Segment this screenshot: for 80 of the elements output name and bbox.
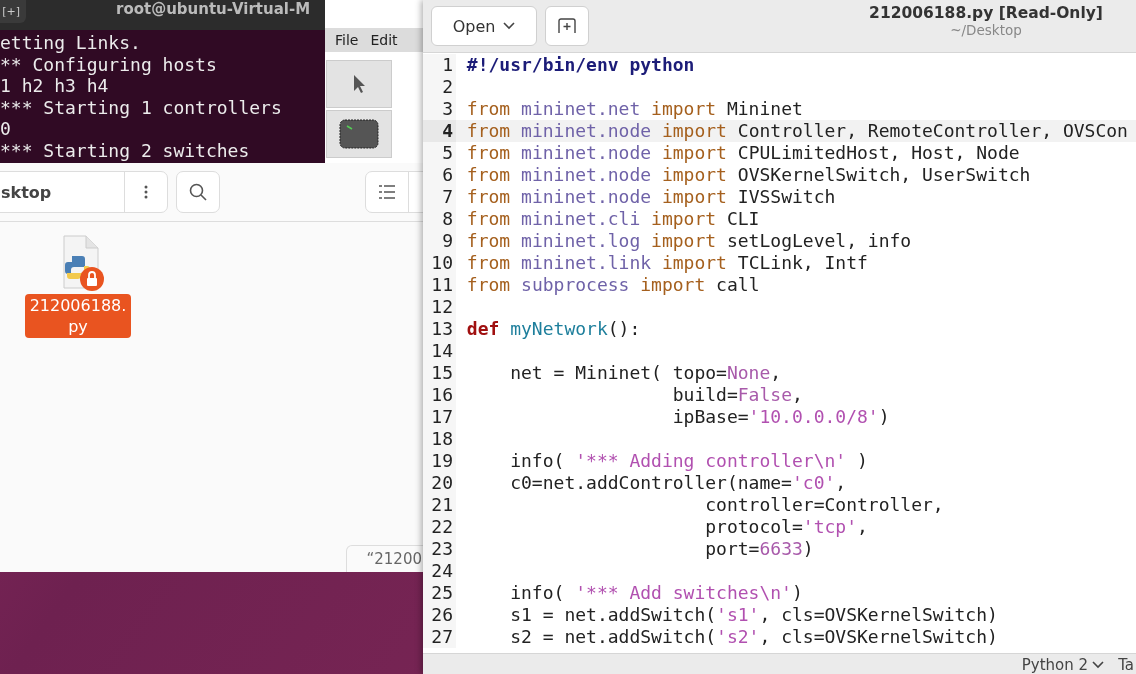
pointer-icon — [352, 74, 366, 94]
code-line: c0=net.addController(name='c0', — [509, 472, 847, 494]
line-number: 22 — [423, 516, 456, 538]
tool-button[interactable] — [326, 110, 392, 158]
window-title: root@ubuntu-Virtual-M — [116, 0, 311, 18]
code-line: net = Mininet( topo=None, — [509, 362, 782, 384]
menu-item[interactable]: Edit — [370, 32, 398, 48]
file-name[interactable]: 212006188. py — [25, 294, 131, 338]
code-line: info( '*** Add switches\n') — [509, 582, 803, 604]
line-number: 5 — [423, 142, 456, 164]
line-number: 17 — [423, 406, 456, 428]
terminal-line: ** Configuring hosts — [0, 53, 218, 75]
more-icon — [144, 185, 148, 199]
line-number: 21 — [423, 494, 456, 516]
code-line: from mininet.node import OVSKernelSwitch, UserSwitch — [465, 164, 1031, 186]
code-line: from mininet.cli import CLI — [465, 208, 760, 230]
terminal-line: etting Links. — [0, 32, 142, 54]
new-tab-button[interactable]: [+] — [0, 0, 26, 23]
chevron-icon — [503, 22, 516, 30]
line-number: 11 — [423, 274, 456, 296]
line-number: 19 — [423, 450, 456, 472]
code-line: s2 = net.addSwitch('s2', cls=OVSKernelSwitch) — [509, 626, 998, 648]
code-line: from mininet.net import Mininet — [465, 98, 803, 120]
code-line: from mininet.node import CPULimitedHost, Host, Node — [465, 142, 1020, 164]
tool-button[interactable] — [326, 60, 392, 108]
switch-icon — [339, 119, 379, 149]
code-line: info( '*** Adding controller\n' ) — [509, 450, 868, 472]
open-button[interactable]: Open — [431, 6, 537, 46]
line-number: 3 — [423, 98, 456, 120]
list-icon — [379, 185, 395, 199]
language-selector[interactable]: Python 2 — [1021, 656, 1105, 674]
line-number: 20 — [423, 472, 456, 494]
code-line: #!/usr/bin/env python — [465, 54, 695, 76]
view-button[interactable] — [365, 171, 425, 213]
line-number: 23 — [423, 538, 456, 560]
line-number: 4 — [423, 120, 456, 142]
search-button[interactable] — [176, 171, 220, 213]
terminal-line: *** Starting 2 switches — [0, 139, 251, 161]
code-line: controller=Controller, — [704, 494, 944, 516]
line-number: 7 — [423, 186, 456, 208]
chevron-icon — [1092, 661, 1105, 669]
tab-width-selector[interactable]: Ta — [1118, 656, 1134, 674]
code-line: from mininet.link import TCLink, Intf — [465, 252, 868, 274]
code-line: from subprocess import call — [465, 274, 760, 296]
path-bar[interactable]: sktop — [0, 171, 168, 213]
window-title: 212006188.py [Read-Only] — [869, 4, 1103, 22]
terminal-line: 1 h2 h3 h4 — [0, 75, 110, 97]
line-number: 1 — [423, 54, 456, 76]
terminal-line: 0 — [0, 118, 12, 140]
code-line: port=6633) — [704, 538, 814, 560]
line-number: 26 — [423, 604, 456, 626]
line-number: 6 — [423, 164, 456, 186]
window-subtitle: ~/Desktop — [950, 22, 1022, 38]
line-number: 24 — [423, 560, 456, 582]
line-number: 13 — [423, 318, 456, 340]
line-number: 27 — [423, 626, 456, 648]
code-line: from mininet.node import Controller, RemoteController, OVSCon — [465, 120, 1128, 142]
code-line: from mininet.log import setLogLevel, info — [465, 230, 912, 252]
code-line: ipBase='10.0.0.0/8') — [671, 406, 890, 428]
line-number: 18 — [423, 428, 456, 450]
line-number: 12 — [423, 296, 456, 318]
line-number: 10 — [423, 252, 456, 274]
line-number: 25 — [423, 582, 456, 604]
new-tab-icon — [558, 18, 576, 34]
line-number: 8 — [423, 208, 456, 230]
line-number: 2 — [423, 76, 456, 98]
line-number: 14 — [423, 340, 456, 362]
new-tab-button[interactable] — [545, 6, 589, 46]
code-line: protocol='tcp', — [704, 516, 868, 538]
line-number: 15 — [423, 362, 456, 384]
terminal-line: *** Starting 1 controllers — [0, 96, 283, 118]
code-line: from mininet.node import IVSSwitch — [465, 186, 836, 208]
code-line: def myNetwork(): — [465, 318, 641, 340]
line-number: 16 — [423, 384, 456, 406]
search-icon — [189, 183, 207, 201]
code-line: build=False, — [671, 384, 803, 406]
status-overlay: “21200 — [345, 545, 425, 572]
line-number: 9 — [423, 230, 456, 252]
code-line: s1 = net.addSwitch('s1', cls=OVSKernelSwitch) — [509, 604, 998, 626]
menu-item[interactable]: File — [335, 32, 359, 48]
